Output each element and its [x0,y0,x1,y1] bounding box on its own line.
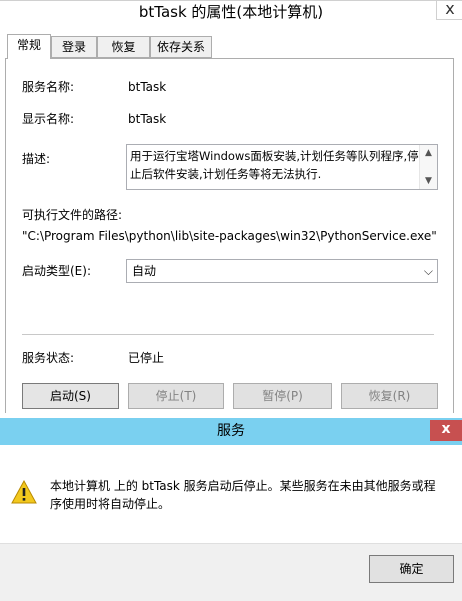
description-scrollbar[interactable]: ▲ ▼ [419,145,437,189]
service-name-value: btTask [128,80,167,94]
dialog-titlebar: 服务 x [0,418,462,445]
description-text: 用于运行宝塔Windows面板安装,计划任务等队列程序,停止后软件安装,计划任务… [130,149,419,181]
tab-general[interactable]: 常规 [7,34,51,59]
service-message-dialog: 服务 x 本地计算机 上的 btTask 服务启动后停止。某些服务在未由其他服务… [0,413,462,601]
startup-type-label: 启动类型(E): [22,264,91,278]
service-status-value: 已停止 [128,351,165,365]
divider [22,334,434,335]
display-name-label: 显示名称: [22,112,75,126]
scroll-down-icon[interactable]: ▼ [420,173,437,189]
exe-path-value: "C:\Program Files\python\lib\site-packag… [22,229,437,243]
service-status-label: 服务状态: [22,351,75,365]
dialog-body: 本地计算机 上的 btTask 服务启动后停止。某些服务在未由其他服务或程序使用… [0,445,462,543]
exe-path-label: 可执行文件的路径: [22,208,123,222]
chevron-down-icon: ⌵ [423,264,433,278]
display-name-value: btTask [128,112,167,126]
scroll-up-icon[interactable]: ▲ [420,145,437,161]
tab-recovery[interactable]: 恢复 [97,36,150,58]
dialog-footer: 确定 [0,543,462,601]
startup-type-select[interactable]: 自动 ⌵ [126,259,438,283]
description-label: 描述: [22,152,51,166]
stop-button[interactable]: 停止(T) [128,383,224,409]
start-button[interactable]: 启动(S) [22,383,119,409]
description-textbox[interactable]: 用于运行宝塔Windows面板安装,计划任务等队列程序,停止后软件安装,计划任务… [126,144,438,190]
window-title: btTask 的属性(本地计算机) [138,3,324,21]
ok-button[interactable]: 确定 [369,555,454,583]
pause-button[interactable]: 暂停(P) [233,383,332,409]
dialog-title: 服务 [217,423,245,439]
tab-dependencies[interactable]: 依存关系 [150,36,212,58]
resume-button[interactable]: 恢复(R) [341,383,438,409]
warning-icon [11,480,37,504]
service-properties-window: btTask 的属性(本地计算机) x 常规 登录 恢复 依存关系 服务名称: … [0,0,462,420]
startup-type-value: 自动 [132,264,157,278]
service-name-label: 服务名称: [22,80,75,94]
tab-logon[interactable]: 登录 [51,36,97,58]
dialog-message: 本地计算机 上的 btTask 服务启动后停止。某些服务在未由其他服务或程序使用… [50,479,436,511]
window-close-button[interactable]: x [436,1,462,20]
dialog-close-button[interactable]: x [430,420,462,441]
window-titlebar: btTask 的属性(本地计算机) x [0,0,462,25]
